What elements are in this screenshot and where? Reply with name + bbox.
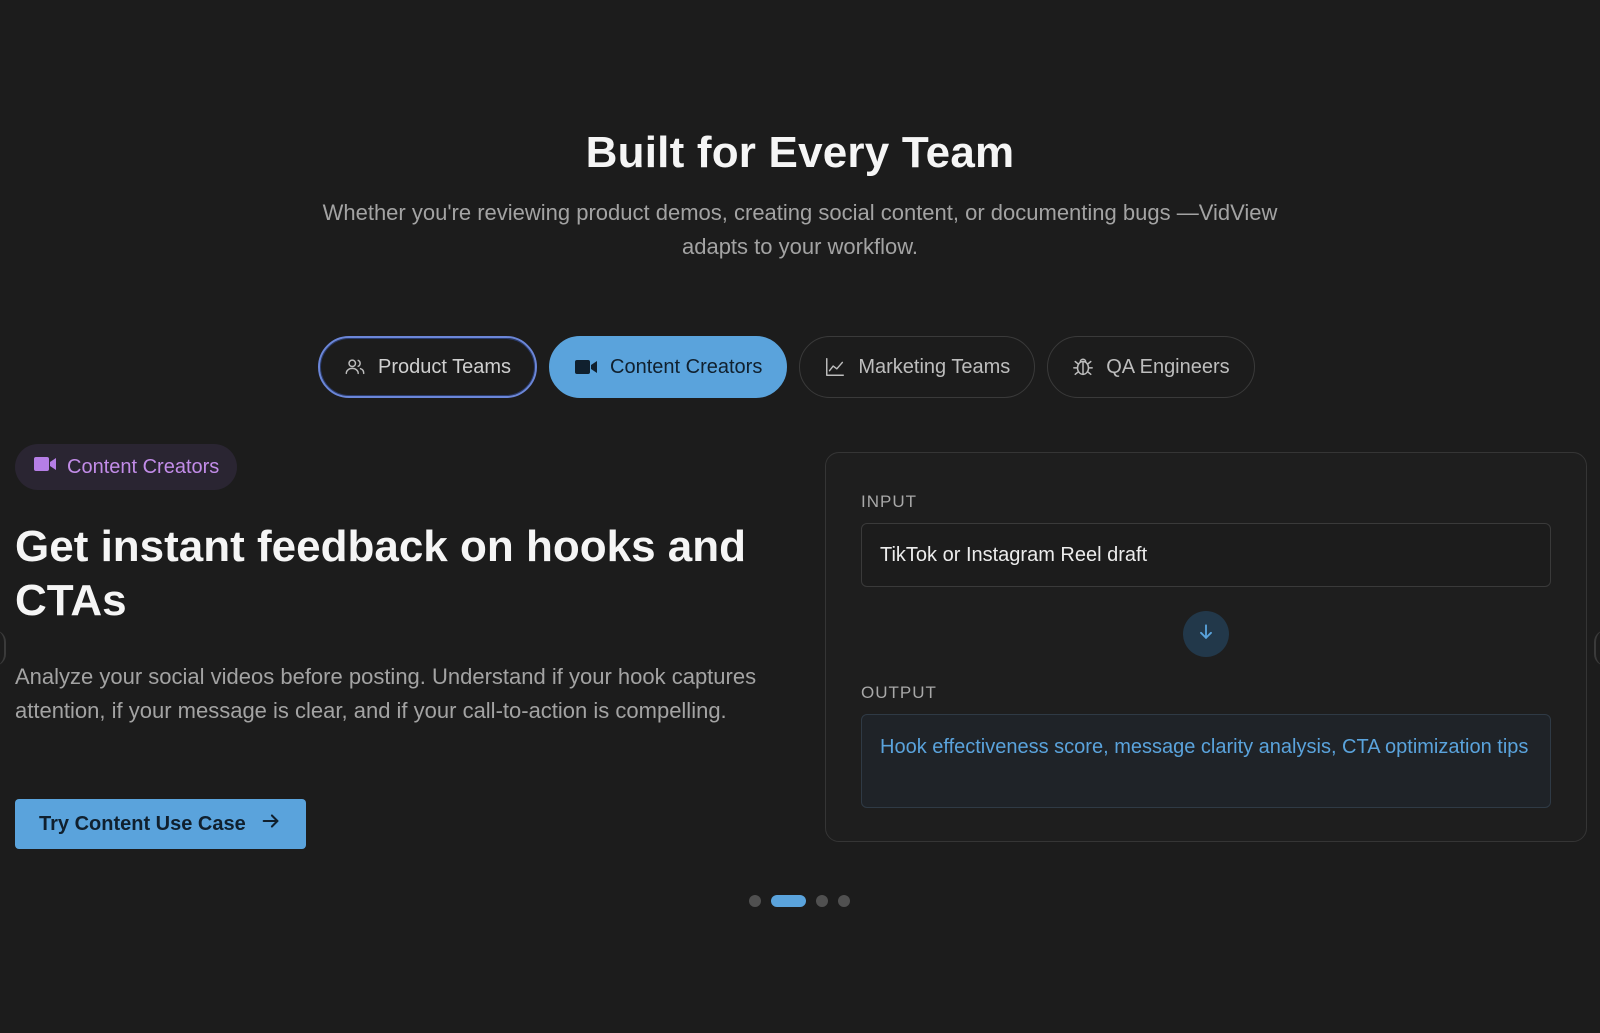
cta-label: Try Content Use Case [39, 812, 246, 835]
carousel-prev-edge[interactable] [0, 630, 6, 666]
input-example: TikTok or Instagram Reel draft [861, 523, 1551, 587]
pagination-dot[interactable] [838, 895, 850, 907]
pagination-dot[interactable] [816, 895, 828, 907]
carousel-pagination [749, 895, 850, 907]
team-tabs: Product Teams Content Creators Marketing… [318, 336, 1255, 398]
page-subtitle: Whether you're reviewing product demos, … [322, 200, 1278, 259]
tab-label: Marketing Teams [858, 355, 1011, 378]
use-case-description: Analyze your social videos before postin… [15, 664, 757, 723]
video-camera-icon [33, 455, 57, 479]
tab-product-teams[interactable]: Product Teams [318, 336, 538, 398]
pagination-dot[interactable] [749, 895, 761, 907]
try-use-case-button[interactable]: Try Content Use Case [15, 799, 306, 849]
arrow-down-icon [1196, 622, 1216, 647]
output-label: OUTPUT [861, 683, 937, 702]
carousel-next-edge[interactable] [1594, 630, 1600, 666]
page-title: Built for Every Team [585, 128, 1015, 177]
bug-icon [1072, 356, 1094, 378]
pagination-dot-active[interactable] [771, 895, 806, 907]
badge-label: Content Creators [67, 455, 220, 478]
use-case-badge: Content Creators [15, 444, 238, 490]
arrow-right-icon [260, 810, 282, 838]
tab-label: Content Creators [610, 355, 763, 378]
input-label: INPUT [861, 492, 917, 511]
tab-label: QA Engineers [1106, 355, 1230, 378]
tab-qa-engineers[interactable]: QA Engineers [1047, 336, 1255, 398]
section-header: Built for Every Team Whether you're revi… [0, 128, 1600, 264]
tab-label: Product Teams [378, 355, 512, 378]
users-icon [344, 356, 366, 378]
tab-marketing-teams[interactable]: Marketing Teams [799, 336, 1036, 398]
line-chart-icon [824, 356, 846, 378]
input-output-card: INPUT TikTok or Instagram Reel draft OUT… [825, 452, 1587, 842]
video-camera-icon [574, 358, 598, 376]
use-case-headline: Get instant feedback on hooks and CTAs [15, 522, 747, 625]
connector-circle [1183, 611, 1229, 657]
output-example: Hook effectiveness score, message clarit… [861, 714, 1551, 808]
tab-content-creators[interactable]: Content Creators [549, 336, 788, 398]
